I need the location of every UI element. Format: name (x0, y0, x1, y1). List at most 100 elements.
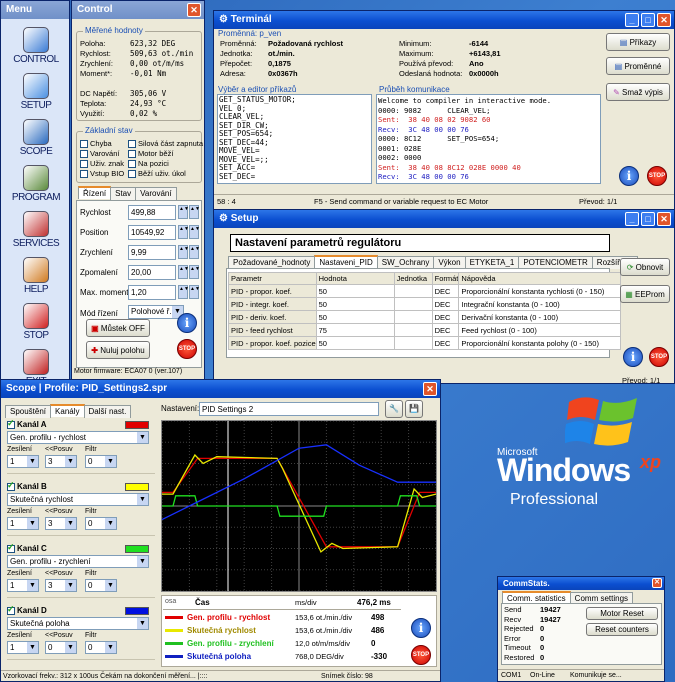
stop-icon[interactable]: STOP (411, 645, 431, 665)
channel-enable[interactable]: Kanál C (7, 542, 47, 553)
checkbox[interactable] (7, 480, 15, 491)
shift-select[interactable]: 3 ▼ (45, 579, 77, 592)
channel-color-swatch[interactable] (125, 483, 149, 491)
table-row[interactable]: PID - integr. koef. 50 DEC Integrační konst… (228, 297, 622, 311)
info-icon[interactable]: i (177, 313, 197, 333)
motor-reset-button[interactable]: Motor Reset (586, 607, 658, 620)
menu-item-exit[interactable]: EXIT (3, 347, 69, 379)
gain-select[interactable]: 1 ▼ (7, 579, 39, 592)
tab-varov-n-[interactable]: Varování (135, 187, 177, 200)
arrow-icon[interactable]: ▲▼ (189, 285, 200, 299)
table-row[interactable]: PID - propor. koef. 50 DEC Proporcionální k… (228, 284, 622, 298)
table-cell[interactable]: 75 (315, 323, 395, 337)
channel-enable[interactable]: Kanál D (7, 604, 47, 615)
zero-position-button[interactable]: ✚ Nuluj polohu (86, 341, 150, 359)
spinner-icon[interactable]: ▲▼ (178, 225, 189, 239)
shift-select[interactable]: 3 ▼ (45, 455, 77, 468)
commands-button[interactable]: ▤ Příkazy (606, 33, 670, 51)
setting-input[interactable]: PID Settings 2 (199, 402, 379, 416)
minimize-icon[interactable]: _ (625, 13, 639, 27)
checkbox[interactable] (7, 604, 15, 615)
channel-signal-select[interactable]: Skutečná rychlost ▼ (7, 493, 149, 506)
maximize-icon[interactable]: □ (641, 212, 655, 226)
gain-select[interactable]: 1 ▼ (7, 455, 39, 468)
param-input[interactable]: 1,20 (128, 285, 176, 300)
channel-signal-select[interactable]: Gen. profilu - rychlost ▼ (7, 431, 149, 444)
table-row[interactable]: PID - propor. koef. pozice 50 DEC Proporcio… (228, 336, 622, 350)
table-row[interactable]: PID - deriv. koef. 50 DEC Derivační konstan… (228, 310, 622, 324)
info-icon[interactable]: i (411, 618, 431, 638)
param-input[interactable]: 10549,92 (128, 225, 176, 240)
eeprom-button[interactable]: ▦ EEProm (620, 285, 670, 303)
close-icon[interactable]: ✕ (187, 3, 201, 17)
command-list[interactable]: GET_STATUS_MOTOR; VEL 0; CLEAR_VEL; SET_DIR… (217, 94, 372, 184)
arrow-icon[interactable]: ▲▼ (189, 225, 200, 239)
menu-item-services[interactable]: SERVICES (3, 209, 69, 253)
filter-select[interactable]: 0 ▼ (85, 641, 117, 654)
channel-color-swatch[interactable] (125, 421, 149, 429)
arrow-icon[interactable]: ▲▼ (189, 205, 200, 219)
maximize-icon[interactable]: □ (641, 13, 655, 27)
param-input[interactable]: 9,99 (128, 245, 176, 260)
spinner-icon[interactable]: ▲▼ (178, 285, 189, 299)
info-icon[interactable]: i (619, 166, 639, 186)
stop-icon[interactable]: STOP (649, 347, 669, 367)
spinner-icon[interactable]: ▲▼ (178, 245, 189, 259)
mode-select[interactable]: Polohové ř. ▼ (128, 305, 184, 319)
param-input[interactable]: 20,00 (128, 265, 176, 280)
menu-item-help[interactable]: HELP (3, 255, 69, 299)
channel-enable[interactable]: Kanál B (7, 480, 47, 491)
param-input[interactable]: 499,88 (128, 205, 176, 220)
filter-select[interactable]: 0 ▼ (85, 579, 117, 592)
checkbox[interactable] (7, 542, 15, 553)
command-item[interactable]: SET_DEC= (219, 172, 370, 182)
close-icon[interactable]: ✕ (423, 382, 437, 396)
tab--zen-[interactable]: Řízení (78, 186, 112, 199)
channel-signal-select[interactable]: Gen. profilu - zrychlení ▼ (7, 555, 149, 568)
channel-color-swatch[interactable] (125, 545, 149, 553)
gain-select[interactable]: 1 ▼ (7, 517, 39, 530)
table-cell[interactable]: 50 (315, 336, 395, 350)
filter-select[interactable]: 0 ▼ (85, 455, 117, 468)
channel-enable[interactable]: Kanál A (7, 418, 47, 429)
close-icon[interactable]: ✕ (657, 13, 671, 27)
menu-item-control[interactable]: CONTROL (3, 25, 69, 69)
tab-spou-t-n-[interactable]: Spouštění (5, 405, 52, 418)
spinner-icon[interactable]: ▲▼ (178, 205, 189, 219)
arrow-icon[interactable]: ▲▼ (189, 245, 200, 259)
filter-select[interactable]: 0 ▼ (85, 517, 117, 530)
minimize-icon[interactable]: _ (625, 212, 639, 226)
channel-signal-select[interactable]: Skutečná poloha ▼ (7, 617, 149, 630)
clear-log-button[interactable]: ✎ Smaž výpis (606, 83, 670, 101)
arrow-icon[interactable]: ▲▼ (189, 265, 200, 279)
table-cell[interactable]: 50 (315, 297, 395, 311)
menu-item-scope[interactable]: SCOPE (3, 117, 69, 161)
menu-item-stop[interactable]: STOP (3, 301, 69, 345)
info-icon[interactable]: i (623, 347, 643, 367)
refresh-button[interactable]: ⟳ Obnovit (620, 258, 670, 276)
gain-select[interactable]: 1 ▼ (7, 641, 39, 654)
tools-button[interactable]: 🔧 (385, 400, 403, 418)
checkbox[interactable] (7, 418, 15, 429)
close-icon[interactable]: ✕ (652, 578, 662, 588)
table-row[interactable]: PID - feed rychlost 75 DEC Feed rychlost (0… (228, 323, 622, 337)
tab-nastaveni-pid[interactable]: Nastaveni_PID (314, 255, 378, 268)
save-button[interactable]: 💾 (405, 400, 423, 418)
table-cell[interactable]: 50 (315, 310, 395, 324)
stop-icon[interactable]: STOP (177, 339, 197, 359)
table-cell[interactable]: 50 (315, 284, 395, 298)
tab-stav[interactable]: Stav (110, 187, 137, 200)
reset-counters-button[interactable]: Reset counters (586, 623, 658, 636)
tab-kan-ly[interactable]: Kanály (50, 404, 85, 417)
spinner-icon[interactable]: ▲▼ (178, 265, 189, 279)
stop-icon[interactable]: STOP (647, 166, 667, 186)
menu-item-program[interactable]: PROGRAM (3, 163, 69, 207)
bridge-off-button[interactable]: ▣ Můstek OFF (86, 319, 150, 337)
tab-dal-nast-[interactable]: Další nast. (83, 405, 132, 418)
shift-select[interactable]: 0 ▼ (45, 641, 77, 654)
menu-item-setup[interactable]: SETUP (3, 71, 69, 115)
channel-color-swatch[interactable] (125, 607, 149, 615)
shift-select[interactable]: 3 ▼ (45, 517, 77, 530)
close-icon[interactable]: ✕ (657, 212, 671, 226)
variables-button[interactable]: ▤ Proměnné (606, 57, 670, 75)
